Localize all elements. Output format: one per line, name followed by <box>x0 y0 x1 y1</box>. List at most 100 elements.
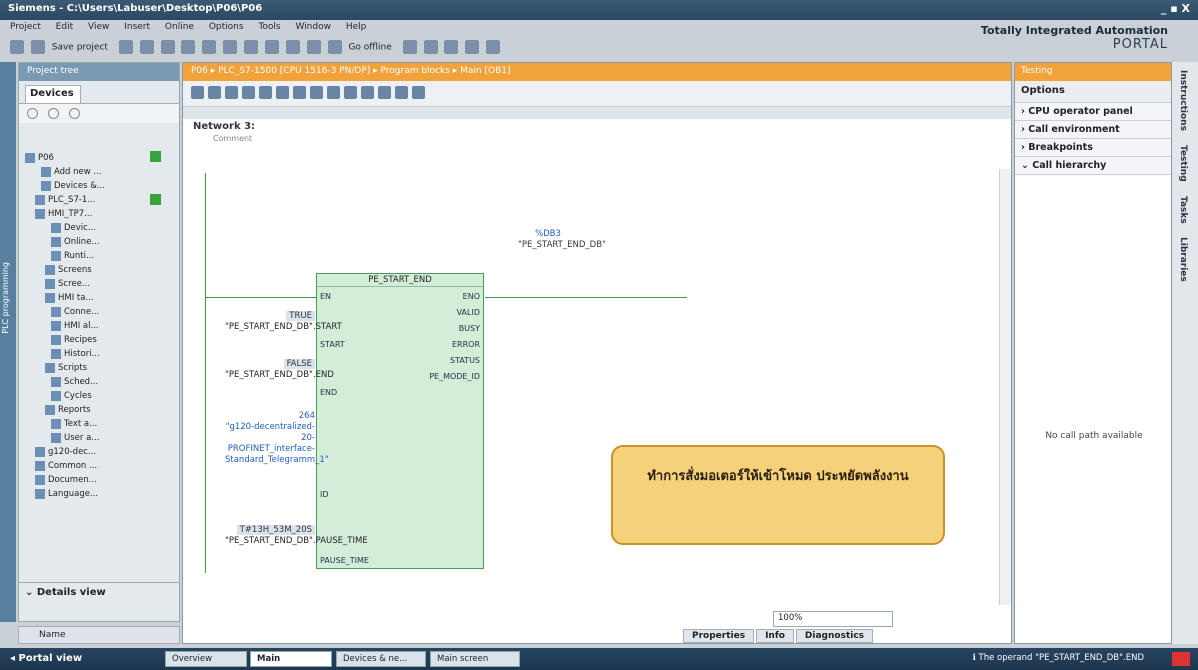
network-comment[interactable]: Comment <box>183 134 1011 143</box>
tree-item-reports[interactable]: Reports <box>23 403 171 417</box>
tree-item-g120[interactable]: g120-dec... <box>23 445 171 459</box>
tree-item-documentation[interactable]: Documen... <box>23 473 171 487</box>
compile-icon[interactable] <box>264 40 279 54</box>
menu-project[interactable]: Project <box>10 22 41 32</box>
tree-item-languages[interactable]: Language... <box>23 487 171 501</box>
zoom-icon[interactable] <box>395 86 408 99</box>
tree-item-historical[interactable]: Histori... <box>23 347 171 361</box>
menu-options[interactable]: Options <box>209 22 244 32</box>
window-controls[interactable]: _ ▪ X <box>1161 2 1190 15</box>
tree-item-hmi[interactable]: HMI_TP7... <box>23 207 171 221</box>
tree-item-devices[interactable]: Devices &... <box>23 179 171 193</box>
info-tab[interactable]: Info <box>756 629 794 643</box>
libraries-tab[interactable]: Libraries <box>1178 237 1188 282</box>
section-cpu-operator-panel[interactable]: › CPU operator panel <box>1015 103 1171 121</box>
section-breakpoints[interactable]: › Breakpoints <box>1015 139 1171 157</box>
menu-window[interactable]: Window <box>295 22 331 32</box>
properties-tab[interactable]: Properties <box>683 629 755 643</box>
testing-tab[interactable]: Testing <box>1178 145 1188 182</box>
split-editor-icon[interactable] <box>486 40 501 54</box>
details-view-header[interactable]: ⌄ Details view <box>18 582 180 622</box>
menu-edit[interactable]: Edit <box>56 22 73 32</box>
tree-item-common-data[interactable]: Common ... <box>23 459 171 473</box>
taskbar-main-screen[interactable]: Main screen <box>430 651 520 667</box>
tree-item-scheduler[interactable]: Sched... <box>23 375 171 389</box>
details-name-column[interactable]: Name <box>18 626 180 644</box>
start-cpu-icon[interactable] <box>423 40 438 54</box>
tree-item-recipes[interactable]: Recipes <box>23 333 171 347</box>
tree-item-hmi-alarms[interactable]: HMI al... <box>23 319 171 333</box>
function-block[interactable]: PE_START_END EN START END ID PAUSE_TIME … <box>316 273 484 569</box>
start-operand[interactable]: TRUE "PE_START_END_DB".START <box>225 311 342 333</box>
paste-icon[interactable] <box>181 40 196 54</box>
add-row-icon[interactable] <box>242 86 255 99</box>
menu-help[interactable]: Help <box>346 22 367 32</box>
menu-tools[interactable]: Tools <box>258 22 280 32</box>
back-icon[interactable] <box>27 108 38 119</box>
plc-programming-vtab[interactable]: PLC programming <box>0 62 16 622</box>
save-project-button[interactable]: Save project <box>52 43 108 53</box>
taskbar-overview[interactable]: Overview <box>165 651 247 667</box>
delete-icon[interactable] <box>202 40 217 54</box>
tree-item-p06[interactable]: P06 <box>23 151 171 165</box>
tree-item-online[interactable]: Online... <box>23 235 171 249</box>
taskbar-main[interactable]: Main <box>250 651 332 667</box>
undo-icon[interactable] <box>223 40 238 54</box>
absolute-operands-icon[interactable] <box>259 86 272 99</box>
section-call-environment[interactable]: › Call environment <box>1015 121 1171 139</box>
upload-icon[interactable] <box>306 40 321 54</box>
monitoring-icon[interactable] <box>344 86 357 99</box>
collapse-all-icon[interactable] <box>310 86 323 99</box>
tree-item-cycles[interactable]: Cycles <box>23 389 171 403</box>
tree-item-hmi-tags[interactable]: HMI ta... <box>23 291 171 305</box>
redo-icon[interactable] <box>244 40 259 54</box>
end-operand[interactable]: FALSE "PE_START_END_DB".END <box>225 359 334 381</box>
menu-online[interactable]: Online <box>165 22 194 32</box>
taskbar-devices-networks[interactable]: Devices & ne... <box>336 651 426 667</box>
print-icon[interactable] <box>118 40 133 54</box>
delete-network-icon[interactable] <box>208 86 221 99</box>
cut-icon[interactable] <box>139 40 154 54</box>
insert-network-icon[interactable] <box>191 86 204 99</box>
menu-insert[interactable]: Insert <box>124 22 150 32</box>
go-offline-button[interactable]: Go offline <box>348 43 391 53</box>
tree-item-text-lists[interactable]: Text a... <box>23 417 171 431</box>
tree-item-plc[interactable]: PLC_S7-1... <box>23 193 171 207</box>
devices-tab[interactable]: Devices <box>25 85 81 103</box>
network-title[interactable]: Network 3: <box>183 119 1011 134</box>
go-to-error-icon[interactable] <box>361 86 374 99</box>
tasks-tab[interactable]: Tasks <box>1178 196 1188 224</box>
instructions-tab[interactable]: Instructions <box>1178 70 1188 131</box>
network-comments-icon[interactable] <box>327 86 340 99</box>
tree-item-scripts[interactable]: Scripts <box>23 361 171 375</box>
tree-item-screens[interactable]: Screens <box>23 263 171 277</box>
stop-cpu-icon[interactable] <box>444 40 459 54</box>
tree-item-screen-mgmt[interactable]: Scree... <box>23 277 171 291</box>
insert-row-icon[interactable] <box>225 86 238 99</box>
open-project-icon[interactable] <box>30 40 45 54</box>
monitor-on-off-icon[interactable] <box>412 86 425 99</box>
tree-item-runtime[interactable]: Runti... <box>23 249 171 263</box>
vertical-scrollbar[interactable] <box>999 169 1011 605</box>
go-online-icon[interactable] <box>327 40 342 54</box>
pause-time-operand[interactable]: T#13H_53M_20S "PE_START_END_DB".PAUSE_TI… <box>225 525 368 547</box>
accessible-devices-icon[interactable] <box>402 40 417 54</box>
portal-view-button[interactable]: ◂ Portal view <box>10 653 82 664</box>
tree-item-connections[interactable]: Conne... <box>23 305 171 319</box>
favorites-icon[interactable] <box>276 86 289 99</box>
refresh-icon[interactable] <box>48 108 59 119</box>
menu-view[interactable]: View <box>88 22 109 32</box>
tree-item-user-admin[interactable]: User a... <box>23 431 171 445</box>
section-call-hierarchy[interactable]: ⌄ Call hierarchy <box>1015 157 1171 175</box>
zoom-select[interactable]: 100% <box>773 611 893 627</box>
expand-all-icon[interactable] <box>293 86 306 99</box>
tree-item-device-config[interactable]: Devic... <box>23 221 171 235</box>
download-icon[interactable] <box>285 40 300 54</box>
cross-reference-icon[interactable] <box>465 40 480 54</box>
id-operand[interactable]: 264 "g120-decentralized-20-PROFINET_inte… <box>225 411 329 466</box>
new-project-icon[interactable] <box>10 40 24 54</box>
block-interface-icon[interactable] <box>378 86 391 99</box>
copy-icon[interactable] <box>160 40 175 54</box>
forward-icon[interactable] <box>69 108 80 119</box>
diagnostics-tab[interactable]: Diagnostics <box>795 629 874 643</box>
